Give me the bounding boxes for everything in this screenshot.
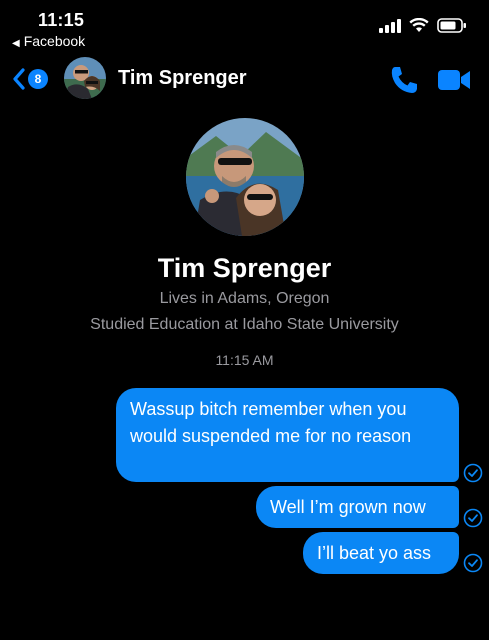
avatar-photo — [64, 57, 106, 99]
clock: 11:15 — [38, 10, 85, 30]
back-triangle-icon: ◀ — [12, 38, 20, 49]
message-text: Wassup bitch remember when you would sus… — [130, 399, 412, 446]
back-to-app-link[interactable]: ◀ Facebook — [12, 33, 85, 49]
wifi-icon — [409, 18, 429, 32]
message-timestamp: 11:15 AM — [215, 352, 274, 368]
signal-icon — [379, 18, 401, 33]
battery-icon — [437, 18, 466, 33]
contact-name[interactable]: Tim Sprenger — [118, 67, 247, 90]
audio-call-button[interactable] — [388, 64, 420, 96]
sent-check-icon — [463, 463, 483, 483]
phone-icon — [391, 67, 417, 93]
sent-check-icon — [463, 508, 483, 528]
message-text: Well I’m grown now — [270, 497, 426, 517]
conversation-header: 8 Tim Sprenger — [0, 52, 489, 108]
message-text: I’ll beat yo ass — [317, 543, 432, 563]
unread-count-badge: 8 — [28, 69, 48, 89]
profile-education: Studied Education at Idaho State Univers… — [90, 316, 399, 333]
back-button[interactable]: 8 — [12, 64, 56, 94]
system-icons — [379, 18, 467, 33]
profile-photo[interactable] — [186, 118, 304, 236]
avatar[interactable] — [64, 57, 106, 99]
chevron-left-icon — [13, 68, 25, 90]
sent-message-bubble[interactable]: Wassup bitch remember when you would sus… — [116, 388, 459, 482]
video-camera-icon — [438, 70, 470, 90]
profile-name: Tim Sprenger — [157, 253, 332, 283]
profile-photo-image — [186, 118, 304, 236]
sent-check-icon — [463, 553, 483, 573]
video-call-button[interactable] — [436, 66, 472, 94]
status-bar: 11:15 ◀ Facebook — [0, 0, 489, 52]
sent-message-bubble[interactable]: I’ll beat yo ass — [303, 532, 459, 574]
sent-message-bubble[interactable]: Well I’m grown now — [256, 486, 459, 528]
profile-location: Lives in Adams, Oregon — [159, 290, 330, 307]
back-app-label: Facebook — [23, 33, 86, 49]
